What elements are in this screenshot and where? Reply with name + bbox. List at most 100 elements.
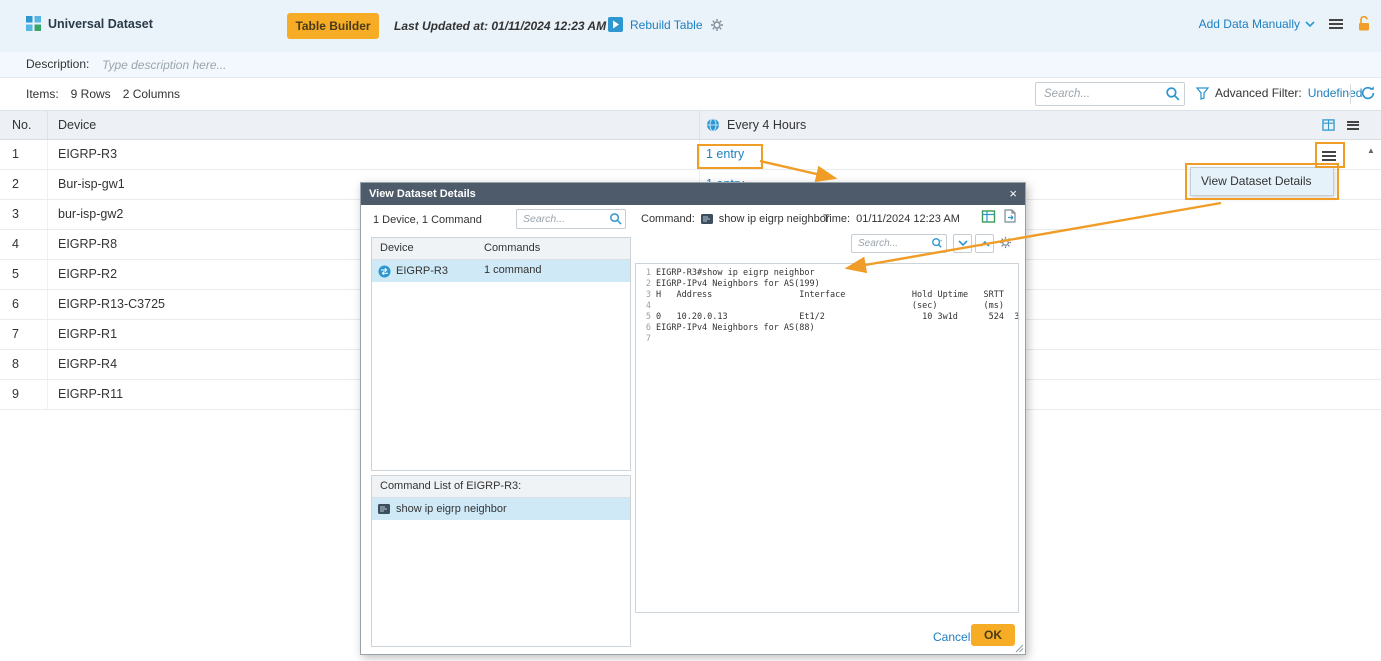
- lock-icon[interactable]: [1357, 16, 1371, 32]
- commands-column-header: Commands: [476, 238, 630, 259]
- ok-button[interactable]: OK: [971, 624, 1015, 646]
- time-value: 01/11/2024 12:23 AM: [856, 213, 960, 225]
- header-right-icons: [1322, 111, 1381, 139]
- device-icon: [378, 265, 391, 278]
- scrollbar-up-icon[interactable]: ▲: [1367, 146, 1375, 155]
- search-icon[interactable]: [609, 212, 622, 225]
- row-number-cell: 6: [0, 290, 48, 319]
- line-number: 6: [636, 323, 656, 334]
- row-number-cell: 1: [0, 140, 48, 169]
- items-label: Items:: [26, 87, 59, 101]
- row-number-cell: 8: [0, 350, 48, 379]
- output-line: 2 EIGRP-IPv4 Neighbors for AS(199): [636, 279, 1018, 290]
- description-label: Description:: [26, 57, 89, 71]
- search-dropdown-icon[interactable]: [931, 237, 944, 250]
- universal-dataset-page: Universal Dataset Table Builder Last Upd…: [0, 0, 1381, 661]
- add-data-manually-label[interactable]: Add Data Manually: [1199, 17, 1300, 31]
- find-next-button[interactable]: [953, 234, 972, 253]
- column-header-schedule: Every 4 Hours: [700, 111, 1322, 139]
- items-summary: Items: 9 Rows 2 Columns: [26, 87, 180, 101]
- command-icon: [701, 214, 713, 224]
- row-context-menu: View Dataset Details: [1190, 167, 1334, 196]
- advanced-filter-value[interactable]: Undefined: [1308, 86, 1363, 100]
- command-list-item-label[interactable]: show ip eigrp neighbor: [396, 503, 507, 515]
- filter-funnel-icon[interactable]: [1196, 87, 1209, 100]
- output-line: 7: [636, 334, 1018, 345]
- device-command-table: Device Commands EIGRP-R3 1 command: [371, 237, 631, 471]
- line-number: 4: [636, 301, 656, 312]
- line-text: (sec) (ms) Cnt Num: [656, 301, 1019, 312]
- output-line: 6 EIGRP-IPv4 Neighbors for AS(88): [636, 323, 1018, 334]
- device-name[interactable]: EIGRP-R3: [396, 261, 448, 282]
- device-row-selected[interactable]: EIGRP-R3 1 command: [372, 260, 630, 282]
- search-icon[interactable]: [1165, 86, 1180, 101]
- play-icon[interactable]: [608, 17, 623, 32]
- table-menu-icon[interactable]: [1347, 121, 1359, 130]
- description-row: Description:: [0, 52, 1381, 78]
- command-count-cell[interactable]: 1 command: [476, 260, 630, 282]
- globe-icon: [706, 118, 720, 132]
- device-cell[interactable]: EIGRP-R3: [372, 260, 476, 282]
- line-number: 7: [636, 334, 656, 345]
- close-icon[interactable]: ×: [1009, 183, 1017, 205]
- device-table-header: No. Device Every 4 Hours: [0, 110, 1381, 140]
- time-info-line: Time: 01/11/2024 12:23 AM: [823, 213, 960, 225]
- top-bar: Universal Dataset Table Builder Last Upd…: [0, 0, 1381, 52]
- rebuild-settings-gear-icon[interactable]: [710, 18, 724, 32]
- command-info-line: Command: show ip eigrp neighbor: [641, 213, 829, 225]
- column-settings-icon[interactable]: [1322, 119, 1335, 131]
- advanced-filter-control[interactable]: Advanced Filter: Undefined: [1196, 86, 1362, 100]
- command-label: Command:: [641, 213, 695, 225]
- rows-count: 9 Rows: [71, 87, 111, 101]
- table-toolbar: Items: 9 Rows 2 Columns Advanced Filter:…: [0, 78, 1381, 110]
- find-prev-button[interactable]: [975, 234, 994, 253]
- chevron-down-icon: [1305, 21, 1315, 28]
- refresh-icon[interactable]: [1360, 85, 1376, 101]
- table-builder-button[interactable]: Table Builder: [287, 13, 379, 39]
- command-value: show ip eigrp neighbor: [719, 213, 830, 225]
- row-number-cell: 7: [0, 320, 48, 349]
- output-settings-gear-icon[interactable]: [999, 236, 1012, 249]
- rebuild-table-control[interactable]: Rebuild Table: [608, 17, 724, 32]
- time-label: Time:: [823, 213, 850, 225]
- device-name-cell: EIGRP-R3: [48, 140, 700, 169]
- menu-item-view-dataset-details[interactable]: View Dataset Details: [1191, 168, 1333, 195]
- output-line: 3 H Address Interface Hold Uptime SRTT R…: [636, 290, 1018, 301]
- columns-count: 2 Columns: [123, 87, 180, 101]
- output-action-icons: [981, 209, 1016, 223]
- row-menu-icon[interactable]: [1322, 151, 1336, 161]
- line-number: 2: [636, 279, 656, 290]
- description-input[interactable]: [102, 55, 422, 75]
- line-text: EIGRP-IPv4 Neighbors for AS(88): [656, 323, 815, 334]
- top-right-controls: Add Data Manually: [1199, 16, 1371, 32]
- entry-cell: 1 entry: [700, 140, 1381, 169]
- device-search: [516, 209, 626, 229]
- export-icon[interactable]: [1004, 209, 1016, 223]
- command-list-panel: Command List of EIGRP-R3: show ip eigrp …: [371, 475, 631, 647]
- output-line: 5 0 10.20.0.13 Et1/2 10 3w1d 524 3144 0 …: [636, 312, 1018, 323]
- advanced-filter-label[interactable]: Advanced Filter:: [1215, 86, 1302, 100]
- cancel-button[interactable]: Cancel: [933, 630, 970, 644]
- row-number-cell: 2: [0, 170, 48, 199]
- command-output: 1 EIGRP-R3#show ip eigrp neighbor 2 EIGR…: [635, 263, 1019, 613]
- resize-handle[interactable]: [1015, 644, 1024, 653]
- toolbar-divider: [1350, 84, 1351, 104]
- rebuild-table-label[interactable]: Rebuild Table: [630, 18, 703, 32]
- row-number-cell: 3: [0, 200, 48, 229]
- command-list-item-selected[interactable]: show ip eigrp neighbor: [372, 498, 630, 520]
- line-text: H Address Interface Hold Uptime SRTT RTO…: [656, 290, 1019, 301]
- row-number-cell: 9: [0, 380, 48, 409]
- entry-link[interactable]: 1 entry: [706, 147, 744, 161]
- dialog-summary: 1 Device, 1 Command: [373, 214, 482, 226]
- table-view-icon[interactable]: [981, 210, 996, 223]
- line-number: 5: [636, 312, 656, 323]
- search-input[interactable]: [1035, 82, 1185, 106]
- command-list-title: Command List of EIGRP-R3:: [372, 476, 630, 498]
- device-table-head: Device Commands: [372, 238, 630, 260]
- chevron-up-icon: [980, 240, 990, 247]
- command-icon: [378, 504, 390, 514]
- app-brand: Universal Dataset: [26, 16, 153, 31]
- page-menu-icon[interactable]: [1329, 19, 1343, 29]
- add-data-manually-button[interactable]: Add Data Manually: [1199, 17, 1315, 31]
- line-text: EIGRP-R3#show ip eigrp neighbor: [656, 268, 815, 279]
